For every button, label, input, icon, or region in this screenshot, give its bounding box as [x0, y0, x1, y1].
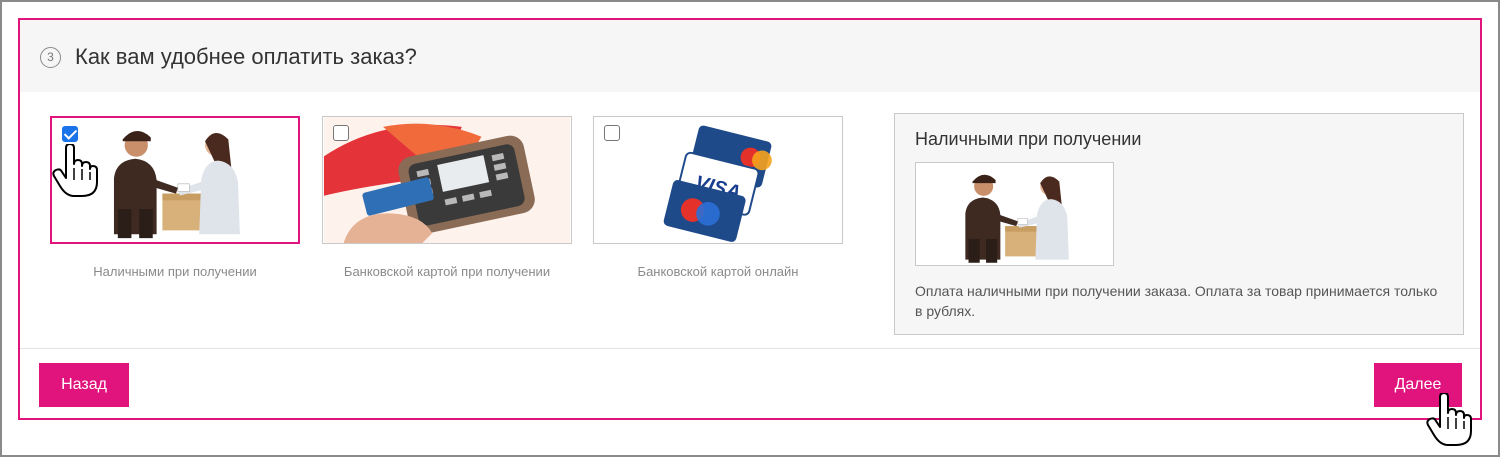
payment-option-cash-label: Наличными при получении [93, 264, 257, 279]
step-title: Как вам удобнее оплатить заказ? [75, 44, 417, 69]
step-number-badge: 3 [40, 47, 61, 68]
payment-option-card-online[interactable] [593, 116, 843, 244]
hand-cursor-icon [52, 144, 98, 198]
payment-option-card-on-delivery-label: Банковской картой при получении [343, 264, 551, 279]
back-button[interactable]: Назад [39, 363, 129, 407]
payment-option-card-on-delivery-checkbox[interactable] [333, 125, 349, 141]
step-header: 3 Как вам удобнее оплатить заказ? [20, 20, 1480, 92]
payment-option-cash-checkbox[interactable] [62, 126, 78, 142]
footer-divider [20, 348, 1480, 349]
courier-delivery-image [916, 163, 1114, 266]
payment-option-card-online-checkbox[interactable] [604, 125, 620, 141]
payment-description-panel: Наличными при получении Оплата наличными… [894, 113, 1464, 335]
credit-cards-image [594, 117, 842, 243]
payment-step-panel: 3 Как вам удобнее оплатить заказ? Наличн… [18, 18, 1482, 420]
payment-option-card-online-label: Банковской картой онлайн [637, 264, 799, 279]
payment-description-image [915, 162, 1114, 266]
hand-cursor-icon [1426, 393, 1472, 447]
card-terminal-image [323, 117, 571, 243]
payment-description-title: Наличными при получении [915, 129, 1142, 149]
screenshot-frame: 3 Как вам удобнее оплатить заказ? Наличн… [0, 0, 1500, 457]
payment-description-text: Оплата наличными при получении заказа. О… [915, 283, 1438, 319]
payment-option-card-on-delivery[interactable] [322, 116, 572, 244]
